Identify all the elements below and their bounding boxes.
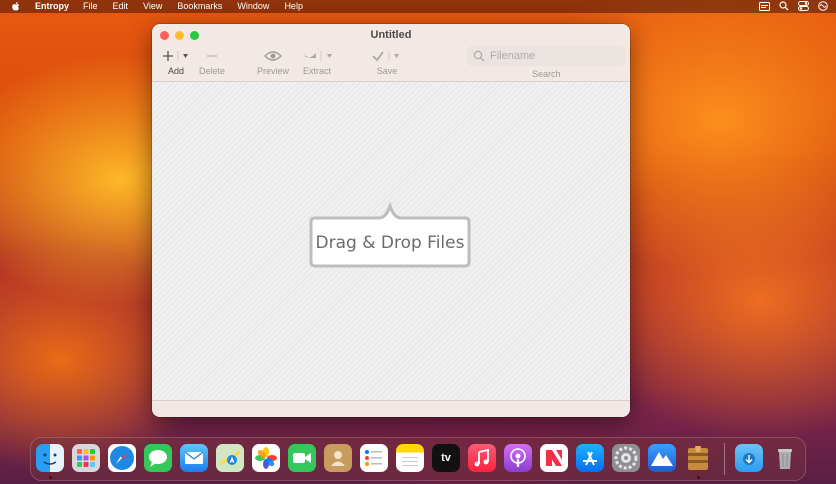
extract-icon — [303, 51, 332, 61]
window-title: Untitled — [370, 29, 412, 41]
search-placeholder: Filename — [490, 50, 536, 62]
search-icon — [473, 50, 485, 62]
window-status-bar — [152, 400, 630, 417]
menu-view[interactable]: View — [143, 0, 162, 13]
menu-bar: Entropy File Edit View Bookmarks Window … — [0, 0, 836, 13]
mail-icon[interactable] — [180, 444, 208, 472]
reminders-icon[interactable] — [360, 444, 388, 472]
search-field[interactable]: Filename — [467, 46, 625, 66]
window-toolbar: Untitled Add Delete Preview Extract Save… — [152, 24, 630, 82]
safari-icon[interactable] — [108, 444, 136, 472]
system-preferences-icon[interactable] — [612, 444, 640, 472]
entropy-window: Untitled Add Delete Preview Extract Save… — [152, 24, 630, 417]
save-button[interactable]: Save — [370, 48, 404, 76]
podcasts-icon[interactable] — [504, 444, 532, 472]
file-drop-area[interactable]: Drag & Drop Files — [152, 82, 630, 400]
preview-label: Preview — [256, 66, 289, 76]
minus-icon — [207, 55, 217, 57]
menu-bookmarks[interactable]: Bookmarks — [177, 0, 222, 13]
save-label: Save — [376, 66, 398, 76]
contacts-icon[interactable] — [324, 444, 352, 472]
launchpad-icon[interactable] — [72, 444, 100, 472]
finder-running-indicator — [49, 476, 52, 479]
status-menu-icon[interactable] — [759, 1, 770, 13]
dock-separator — [724, 443, 725, 475]
messages-icon[interactable] — [144, 444, 172, 472]
menu-edit[interactable]: Edit — [113, 0, 129, 13]
search-label: Search — [532, 69, 561, 79]
add-button[interactable]: Add — [162, 48, 190, 76]
checkmark-icon — [372, 51, 399, 62]
notes-icon[interactable] — [396, 444, 424, 472]
siri-icon[interactable] — [818, 1, 828, 13]
control-center-icon[interactable] — [798, 1, 809, 13]
entropy-app-icon[interactable] — [684, 444, 712, 472]
menu-file[interactable]: File — [83, 0, 98, 13]
tv-icon[interactable]: tv — [432, 444, 460, 472]
spotlight-search-icon[interactable] — [779, 1, 789, 13]
drop-zone-text: Drag & Drop Files — [315, 233, 465, 253]
extract-label: Extract — [302, 66, 331, 76]
menu-window[interactable]: Window — [237, 0, 269, 13]
downloads-folder-icon[interactable] — [735, 444, 763, 472]
tv-glyph: tv — [441, 452, 451, 464]
altitude-app-icon[interactable] — [648, 444, 676, 472]
app-store-icon[interactable] — [576, 444, 604, 472]
delete-button[interactable]: Delete — [198, 48, 226, 76]
add-label: Add — [167, 66, 184, 76]
plus-icon — [163, 51, 188, 61]
preview-button[interactable]: Preview — [255, 48, 291, 76]
menu-help[interactable]: Help — [284, 0, 303, 13]
facetime-icon[interactable] — [288, 444, 316, 472]
apple-menu-icon[interactable] — [11, 1, 23, 12]
dock: tv — [30, 437, 806, 481]
finder-icon[interactable] — [36, 444, 64, 472]
eye-icon — [264, 51, 282, 61]
menu-app-name[interactable]: Entropy — [35, 0, 69, 13]
photos-icon[interactable] — [252, 444, 280, 472]
trash-icon[interactable] — [771, 444, 799, 472]
delete-label: Delete — [198, 66, 225, 76]
maps-icon[interactable] — [216, 444, 244, 472]
news-icon[interactable] — [540, 444, 568, 472]
extract-button[interactable]: Extract — [300, 48, 334, 76]
music-icon[interactable] — [468, 444, 496, 472]
entropy-running-indicator — [697, 476, 700, 479]
